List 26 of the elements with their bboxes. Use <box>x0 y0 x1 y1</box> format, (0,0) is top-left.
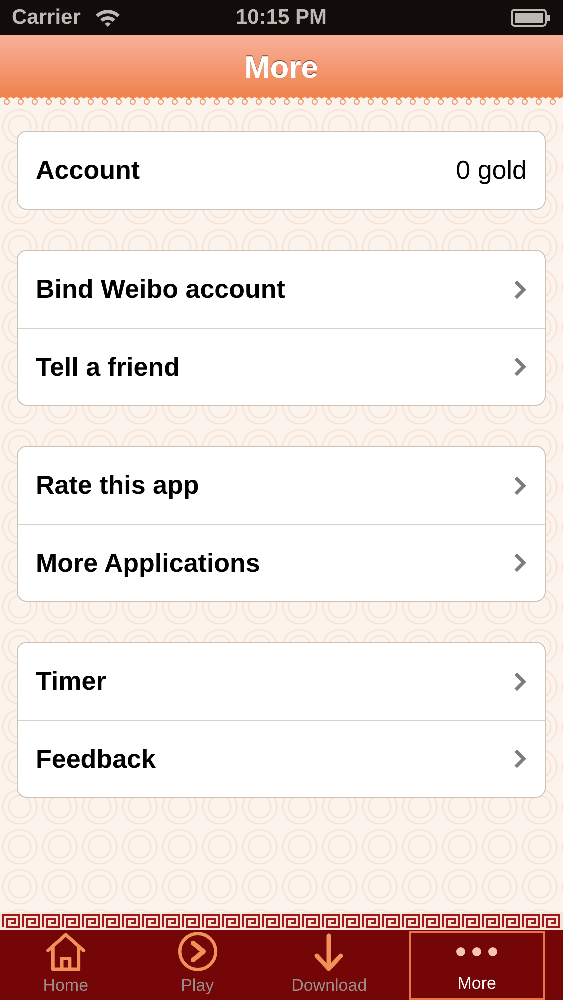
nav-title: More <box>244 48 319 86</box>
status-time: 10:15 PM <box>236 4 328 31</box>
tab-item[interactable]: Download <box>264 930 396 1000</box>
carrier-label: Carrier <box>12 4 81 31</box>
table-row[interactable]: Timer <box>18 643 545 720</box>
chevron-icon <box>514 672 527 692</box>
chevron-icon <box>514 476 527 496</box>
battery-icon <box>511 8 551 28</box>
chevron-icon <box>514 357 527 377</box>
tab-item[interactable]: Play <box>132 930 264 1000</box>
table-row[interactable]: Bind Weibo account <box>18 251 545 328</box>
tab-item[interactable]: More <box>409 931 545 1000</box>
table-row[interactable]: More Applications <box>18 524 545 601</box>
chevron-icon <box>514 553 527 573</box>
wifi-icon <box>94 8 121 28</box>
house-icon <box>44 931 88 972</box>
table-row[interactable]: Tell a friend <box>18 328 545 405</box>
more-icon <box>454 944 500 958</box>
chevron-icon <box>514 749 527 769</box>
table-row[interactable]: Account 0 gold <box>18 132 545 209</box>
row-value: 0 gold <box>456 154 527 187</box>
play-icon <box>176 931 220 972</box>
table-row[interactable]: Feedback <box>18 720 545 797</box>
chevron-icon <box>514 280 527 300</box>
tab-item[interactable]: Home <box>0 930 132 1000</box>
table-row[interactable]: Rate this app <box>18 447 545 524</box>
